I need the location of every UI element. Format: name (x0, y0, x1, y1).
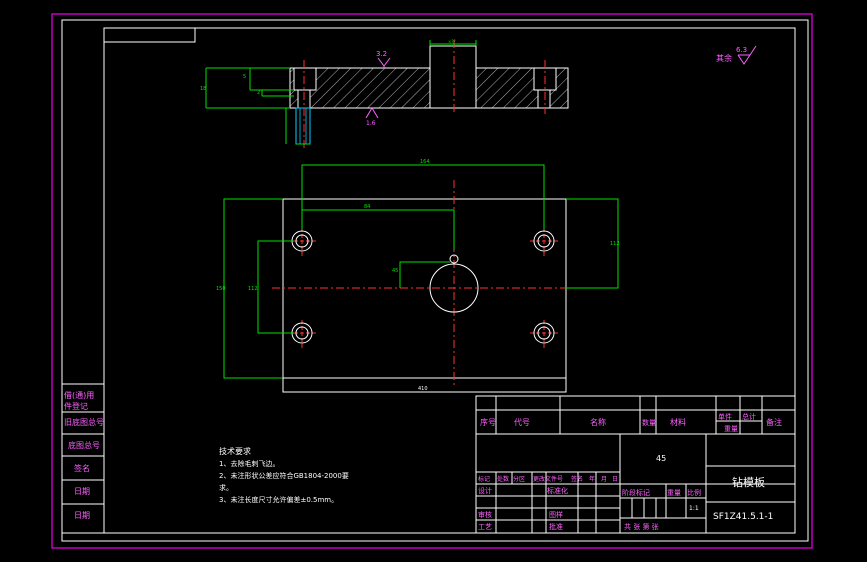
svg-text:数量: 数量 (642, 418, 656, 427)
cad-viewport: ×?? 18 5 2 3.2 1.6 其余 6.3 164 84 150 112… (0, 0, 867, 562)
drawing-area-frame (103, 27, 796, 534)
dim-top-width: ×?? (448, 39, 456, 44)
svg-text:名称: 名称 (590, 417, 606, 427)
svg-text:1.6: 1.6 (366, 120, 376, 127)
svg-text:年: 年 (589, 475, 595, 483)
bolt-shank (295, 107, 311, 145)
top-left-code-box (103, 27, 196, 43)
dim-plan-inner-h: 112 (610, 241, 620, 247)
section-view: ×?? 18 5 2 3.2 1.6 其余 6.3 (200, 39, 757, 150)
svg-text:工艺: 工艺 (478, 523, 492, 531)
tech-req-item-1: 1、去除毛刺飞边。 (219, 459, 279, 468)
counterbore-left (293, 67, 317, 91)
svg-text:其余: 其余 (716, 53, 732, 63)
svg-text:设计: 设计 (478, 486, 492, 495)
svg-text:月: 月 (601, 476, 607, 483)
section-center-bore (429, 45, 477, 109)
svg-text:标记: 标记 (478, 475, 490, 483)
svg-text:材料: 材料 (670, 417, 686, 427)
svg-text:底图总号: 底图总号 (68, 440, 100, 450)
svg-text:签名: 签名 (571, 475, 583, 483)
sheet-border-outer (51, 13, 813, 549)
svg-text:更改文件号: 更改文件号 (533, 475, 563, 483)
svg-text:分区: 分区 (513, 475, 525, 483)
svg-text:签名: 签名 (74, 463, 90, 473)
side-stamp: 借(通)用 件登记 旧底图总号 底图总号 签名 日期 日期 (61, 383, 105, 534)
counterbore-right-hole (537, 89, 551, 109)
dim-plan-total-width: 410 (418, 386, 428, 392)
cad-drawing: ×?? 18 5 2 3.2 1.6 其余 6.3 164 84 150 112… (51, 13, 813, 549)
title-block: 序号 代号 名称 数量 材料 单件 总计 重量 备注 45 钻模板 SF1Z41… (475, 395, 796, 534)
svg-text:旧底图总号: 旧底图总号 (64, 417, 104, 427)
svg-text:比例: 比例 (687, 488, 701, 497)
svg-text:日: 日 (612, 476, 618, 483)
roughness-rest: 其余 6.3 (716, 45, 757, 65)
svg-text:标准化: 标准化 (547, 486, 568, 495)
svg-text:日期: 日期 (74, 511, 90, 520)
tech-req-item-2: 2、未注形状公差应符合GB1804-2000要 (219, 471, 349, 480)
svg-text:总计: 总计 (742, 412, 756, 421)
svg-text:单件: 单件 (718, 412, 732, 421)
sheet-border-inner (61, 19, 809, 542)
svg-text:6.3: 6.3 (736, 46, 747, 54)
drawing-number: SF1Z41.5.1-1 (713, 512, 773, 522)
tech-requirements: 技术要求 1、去除毛刺飞边。 2、未注形状公差应符合GB1804-2000要 求… (219, 446, 349, 504)
svg-text:批准: 批准 (549, 522, 563, 531)
svg-text:日期: 日期 (74, 487, 90, 496)
svg-text:共 张 第 张: 共 张 第 张 (624, 522, 659, 531)
dim-top-left-h2: 2 (257, 90, 260, 96)
dim-plan-hole-span: 164 (420, 159, 430, 165)
roughness-symbol-bottom: 1.6 (365, 107, 379, 127)
svg-text:阶段标记: 阶段标记 (622, 488, 650, 497)
svg-text:处数: 处数 (497, 475, 509, 483)
dim-plan-center-offset: 45 (392, 268, 398, 274)
dim-top-left-h1: 5 (243, 74, 246, 80)
svg-text:备注: 备注 (766, 417, 782, 427)
svg-text:件登记: 件登记 (64, 401, 88, 411)
svg-text:审核: 审核 (478, 510, 492, 519)
dim-plan-half: 84 (364, 204, 370, 210)
svg-text:3.2: 3.2 (376, 50, 387, 58)
tech-req-item-3: 求。 (219, 483, 233, 492)
dim-plan-left-h: 112 (248, 286, 258, 292)
svg-text:重量: 重量 (724, 425, 738, 433)
dim-plan-height: 150 (216, 286, 226, 292)
material-text: 45 (656, 454, 666, 463)
svg-text:借(通)用: 借(通)用 (64, 390, 94, 400)
plan-view: 164 84 150 112 112 45 410 (216, 159, 620, 393)
tech-req-title: 技术要求 (219, 446, 251, 456)
tech-req-item-4: 3、未注长度尺寸允许偏差±0.5mm。 (219, 495, 338, 504)
part-name: 钻模板 (732, 475, 765, 489)
svg-text:图样: 图样 (549, 510, 563, 519)
dim-top-left-total: 18 (200, 86, 206, 92)
roughness-symbol-top: 3.2 (376, 50, 391, 68)
svg-text:重量: 重量 (667, 489, 681, 497)
svg-text:序号: 序号 (480, 417, 496, 427)
svg-text:代号: 代号 (514, 417, 530, 427)
scale-value: 1:1 (689, 505, 699, 512)
